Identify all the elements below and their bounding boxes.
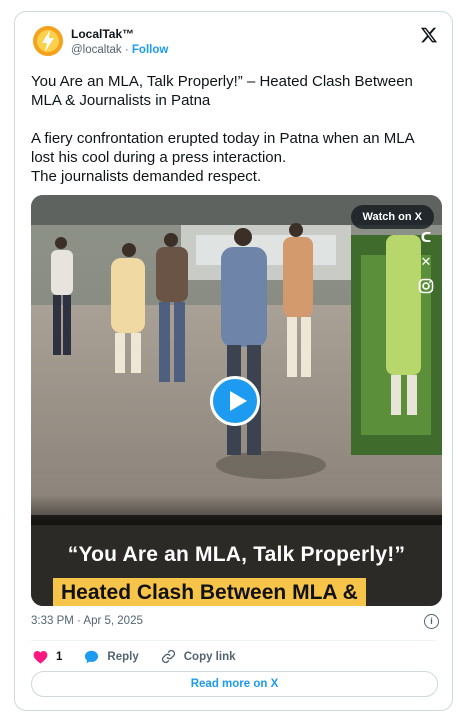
action-bar: 1 Reply Copy link — [33, 649, 258, 664]
author-handle[interactable]: @localtak — [71, 44, 122, 56]
x-social-icon[interactable]: ✕ — [418, 254, 434, 270]
link-icon — [161, 649, 175, 664]
read-more-button[interactable]: Read more on X — [31, 671, 438, 697]
tweet-body: A fiery confrontation erupted today in P… — [31, 129, 440, 186]
divider — [31, 640, 436, 641]
like-count: 1 — [56, 650, 63, 663]
tweet-headline: You Are an MLA, Talk Properly!” – Heated… — [31, 73, 413, 109]
lightning-logo-icon — [33, 26, 63, 56]
play-button[interactable] — [210, 376, 260, 426]
tweet-body-line-2: The journalists demanded respect. — [31, 168, 262, 185]
like-button[interactable]: 1 — [33, 650, 62, 664]
author-handle-row: @localtak · Follow — [71, 44, 168, 56]
copy-link-button[interactable]: Copy link — [161, 649, 236, 664]
video-thumbnail[interactable]: Watch on X ᑕ ✕ “You Are an MLA, Talk Pro… — [31, 195, 442, 606]
x-logo-icon[interactable] — [420, 26, 438, 44]
video-caption-line-1: “You Are an MLA, Talk Properly!” — [67, 543, 406, 566]
instagram-glyph-icon — [418, 278, 434, 294]
author-name[interactable]: LocalTak™ — [71, 27, 134, 41]
info-icon[interactable]: i — [424, 614, 439, 629]
avatar[interactable] — [33, 26, 63, 56]
follow-link[interactable]: Follow — [132, 44, 168, 56]
instagram-icon[interactable] — [418, 278, 434, 294]
tweet-body-line-1: A fiery confrontation erupted today in P… — [31, 130, 414, 166]
video-caption-line-2: Heated Clash Between MLA & — [53, 578, 366, 606]
reply-bubble-icon — [85, 650, 99, 663]
timestamp[interactable]: 3:33 PM · Apr 5, 2025 — [31, 615, 143, 627]
reply-button[interactable]: Reply — [84, 650, 139, 664]
reply-label: Reply — [107, 650, 139, 663]
c-social-icon[interactable]: ᑕ — [418, 230, 434, 246]
separator: · — [121, 44, 132, 56]
copy-link-label: Copy link — [183, 650, 236, 663]
embedded-tweet-card: LocalTak™ @localtak · Follow You Are an … — [14, 11, 453, 711]
heart-icon — [33, 650, 48, 664]
watch-on-x-button[interactable]: Watch on X — [350, 205, 434, 229]
